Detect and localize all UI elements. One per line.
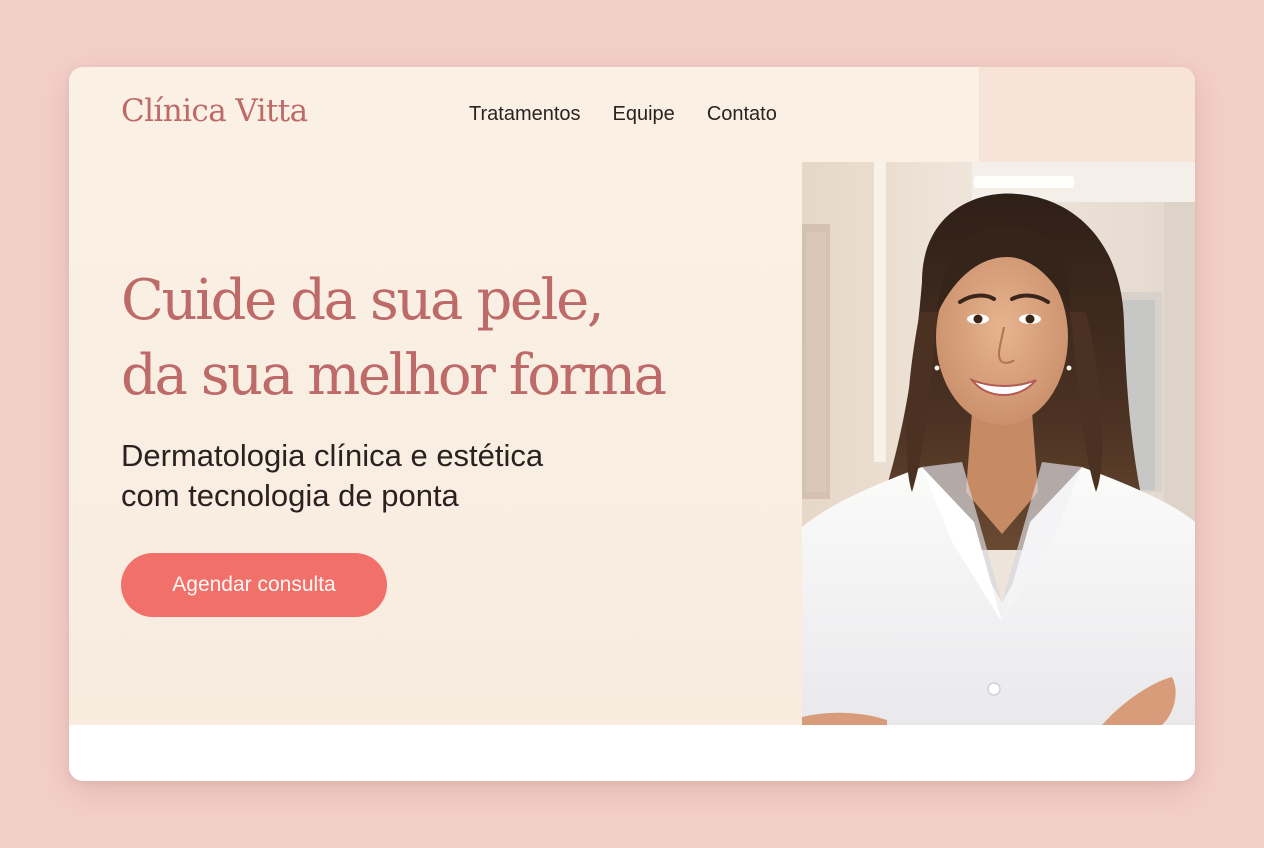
schedule-appointment-button[interactable]: Agendar consulta [121,553,387,617]
hero-subheadline: Dermatologia clínica e estética com tecn… [121,436,543,516]
hero-headline-line-1: Cuide da sua pele, [121,268,605,333]
doctor-photo [802,162,1195,725]
hero-headline: Cuide da sua pele, da sua melhor forma [121,263,667,413]
nav-link-contato[interactable]: Contato [707,103,777,126]
nav-link-equipe[interactable]: Equipe [613,103,675,126]
page-footer-strip [69,725,1195,781]
landing-page-card: Clínica Vitta Tratamentos Equipe Contato… [69,67,1195,781]
doctor-illustration [802,162,1195,725]
header-corner-panel [979,67,1195,162]
hero-headline-line-2: da sua melhor forma [121,343,667,408]
hero-subheadline-line-2: com tecnologia de ponta [121,478,459,513]
nav-link-tratamentos[interactable]: Tratamentos [469,103,581,126]
hero-subheadline-line-1: Dermatologia clínica e estética [121,438,544,473]
site-logo[interactable]: Clínica Vitta [121,93,308,129]
main-nav: Tratamentos Equipe Contato [469,103,777,126]
